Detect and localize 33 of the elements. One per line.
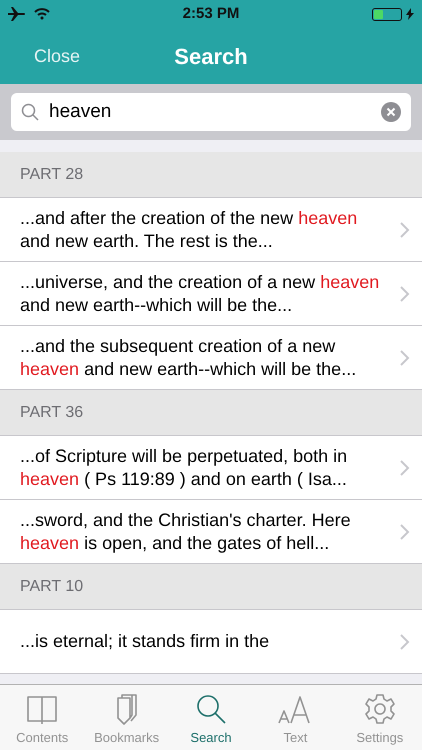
result-snippet: ...is eternal; it stands firm in the xyxy=(20,630,270,653)
chevron-icon xyxy=(400,524,410,540)
screen-title: Search xyxy=(174,42,248,70)
search-icon xyxy=(21,103,39,121)
battery-icon xyxy=(372,8,402,20)
wifi-icon xyxy=(34,8,50,20)
chevron-icon xyxy=(400,222,410,238)
result-row[interactable]: ...of Scripture will be perpetuated, both in heaven ( Ps 119:89 ) and on earth ( Isa... xyxy=(0,436,422,500)
result-row[interactable]: ...and the subsequent creation of a new heaven and new earth--which will be the... xyxy=(0,326,422,390)
airplane-icon xyxy=(8,7,26,21)
clear-icon[interactable] xyxy=(381,102,401,122)
chevron-icon xyxy=(400,350,410,366)
chevron-icon xyxy=(400,634,410,650)
result-row[interactable]: ...is eternal; it stands firm in the xyxy=(0,610,422,674)
status-time: 2:53 PM xyxy=(182,4,240,24)
result-row[interactable]: ...and after the creation of the new heaven and new earth. The rest is the... xyxy=(0,198,422,262)
tab[interactable]: Search xyxy=(168,685,254,750)
result-snippet: ...universe, and the creation of a new heaven and new earth--which will be the... xyxy=(20,270,380,316)
chevron-icon xyxy=(400,286,410,302)
gear-icon xyxy=(362,692,397,726)
result-row[interactable]: ...universe, and the creation of a new heaven and new earth--which will be the... xyxy=(0,262,422,326)
search-field[interactable]: heaven xyxy=(11,93,411,131)
charging-icon xyxy=(406,8,414,20)
section-header: PART 28 xyxy=(20,164,84,184)
section-header: PART 10 xyxy=(20,576,84,596)
chevron-icon xyxy=(400,460,410,476)
result-snippet: ...sword, and the Christian's charter. Here heaven is open, and the gates of hell... xyxy=(20,508,352,554)
result-snippet: ...and after the creation of the new heaven and new earth. The rest is the... xyxy=(20,206,358,252)
section-header: PART 36 xyxy=(20,402,84,422)
result-snippet: ...and the subsequent creation of a new heaven and new earth--which will be the... xyxy=(20,334,358,380)
result-row[interactable]: ...sword, and the Christian's charter. Here heaven is open, and the gates of hell... xyxy=(0,500,422,564)
result-snippet: ...of Scripture will be perpetuated, both in heaven ( Ps 119:89 ) and on earth ( Isa... xyxy=(20,444,348,490)
search-text: heaven xyxy=(49,100,112,124)
